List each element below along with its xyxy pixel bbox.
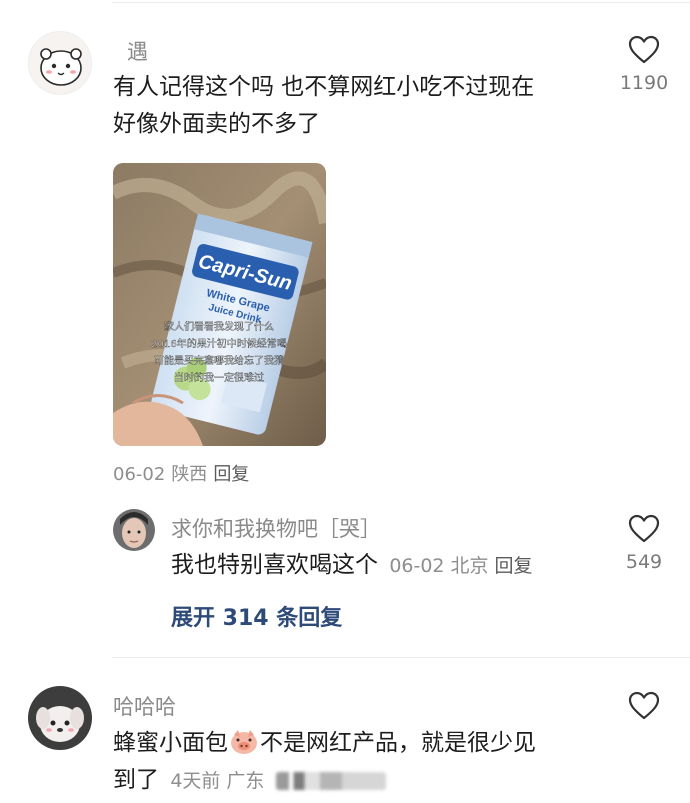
comment-location-1: 陕西 (171, 464, 208, 485)
avatar-user-1[interactable] (28, 31, 92, 95)
comment-text-1-line2: 好像外面卖的不多了 (113, 111, 320, 137)
heart-outline-icon (628, 514, 660, 543)
like-button-3[interactable] (614, 691, 674, 720)
puppy-avatar-icon (28, 686, 92, 750)
blurred-watermark (276, 772, 387, 790)
username-2[interactable]: 求你和我换物吧［哭］ (171, 513, 381, 543)
top-divider (112, 2, 690, 3)
comment-date-3: 4天前 (170, 770, 221, 792)
comment-date-1: 06-02 (113, 464, 166, 485)
comment-meta-1: 06-02 陕西 回复 (113, 460, 255, 486)
comment-location-3: 广东 (226, 770, 265, 792)
like-count-1: 1190 (619, 72, 669, 94)
photo-caption-2: 2016年的果汁初中时候经常喝 (151, 337, 286, 350)
like-count-2: 549 (625, 551, 663, 573)
photo-caption-3: 可能是买完塞哪我给忘了我猜 (154, 354, 284, 367)
comment-text-3-part-b: 不是网红产品，就是很少见 (260, 730, 536, 756)
like-button-2[interactable]: 549 (614, 514, 674, 573)
comment-text-3-part-a: 蜂蜜小面包 (113, 730, 228, 756)
comment-date-2: 06-02 (389, 555, 445, 577)
heart-outline-icon (628, 691, 660, 720)
comment-text-1-line1: 有人记得这个吗 也不算网红小吃不过现在 (113, 74, 535, 100)
username-3[interactable]: 哈哈哈 (113, 691, 176, 721)
comment-text-3-line1: 蜂蜜小面包 不是网红产品，就是很少见 (113, 725, 603, 762)
comment-location-2: 北京 (450, 555, 489, 577)
photo-caption-1: 家人们看看我发现了什么 (164, 320, 274, 333)
expand-replies-button[interactable]: 展开 314 条回复 (171, 600, 342, 632)
comment-text-3-line2: 到了 4天前 广东 (113, 762, 603, 800)
pig-face-emoji-icon (229, 727, 259, 755)
comment-text-2: 我也特别喜欢喝这个 (171, 552, 378, 578)
comment-meta-3: 4天前 广东 (170, 770, 392, 792)
heart-outline-icon (628, 35, 660, 64)
photo-caption-4: 当时的我一定很难过 (174, 371, 264, 384)
cartoon-bear-avatar-icon (29, 32, 91, 94)
comment-image[interactable]: Capri-Sun White Grape Juice Drink 家人们看看我… (113, 163, 326, 446)
avatar-user-2[interactable] (113, 509, 155, 551)
comment-meta-2: 06-02 北京 回复 (389, 555, 538, 577)
username-1[interactable]: 遇 (127, 36, 148, 66)
capri-sun-photo: Capri-Sun White Grape Juice Drink 家人们看看我… (113, 163, 326, 446)
comment-text-2-row: 我也特别喜欢喝这个 06-02 北京 回复 (171, 547, 539, 585)
mid-divider (112, 657, 690, 658)
comment-text-3-line2-text: 到了 (113, 767, 159, 793)
portrait-avatar-icon (113, 509, 155, 551)
reply-button-1[interactable]: 回复 (213, 464, 249, 485)
like-button-1[interactable]: 1190 (614, 35, 674, 94)
comment-text-1: 有人记得这个吗 也不算网红小吃不过现在 好像外面卖的不多了 (113, 69, 603, 143)
avatar-user-3[interactable] (28, 686, 92, 750)
comment-text-3: 蜂蜜小面包 不是网红产品，就是很少见 到了 4天前 广东 (113, 725, 603, 800)
reply-button-2[interactable]: 回复 (495, 555, 533, 577)
